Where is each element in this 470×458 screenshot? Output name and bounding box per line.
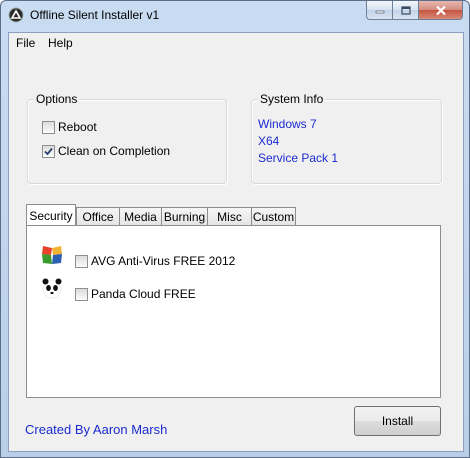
tab-strip: Security Office Media Burning Misc Custo… xyxy=(26,204,440,227)
options-group: Options Reboot Clean on Completion xyxy=(27,92,227,184)
avg-icon xyxy=(42,246,62,264)
title-bar[interactable]: Offline Silent Installer v1 xyxy=(1,1,469,31)
tab-security[interactable]: Security xyxy=(26,204,76,225)
menu-help[interactable]: Help xyxy=(48,36,73,50)
app-icon xyxy=(8,7,24,23)
panda-label[interactable]: Panda Cloud FREE xyxy=(91,287,196,301)
os-name: Windows 7 xyxy=(258,117,317,131)
panda-checkbox[interactable] xyxy=(75,288,88,301)
os-architecture: X64 xyxy=(258,134,280,148)
avg-checkbox[interactable] xyxy=(75,255,88,268)
caption-buttons xyxy=(366,1,463,20)
app-window: Offline Silent Installer v1 File Help Op… xyxy=(0,0,470,458)
checkmark-icon xyxy=(44,147,53,156)
panda-icon xyxy=(42,278,62,299)
maximize-button[interactable] xyxy=(392,1,418,20)
clean-on-completion-checkbox[interactable] xyxy=(42,145,55,158)
service-pack: Service Pack 1 xyxy=(258,151,339,165)
tab-burning[interactable]: Burning xyxy=(161,207,208,225)
close-icon xyxy=(435,5,446,15)
tab-media[interactable]: Media xyxy=(119,207,162,225)
system-info-group: System Info Windows 7 X64 Service Pack 1 xyxy=(251,92,442,184)
avg-label[interactable]: AVG Anti-Virus FREE 2012 xyxy=(91,254,235,268)
maximize-icon xyxy=(400,5,411,15)
window-title: Offline Silent Installer v1 xyxy=(30,8,160,22)
install-button[interactable]: Install xyxy=(354,406,441,436)
credit-label: Created By Aaron Marsh xyxy=(25,422,168,437)
tab-misc[interactable]: Misc xyxy=(207,207,252,225)
minimize-icon xyxy=(375,10,384,14)
tab-office[interactable]: Office xyxy=(76,207,120,225)
menu-bar: File Help xyxy=(9,33,463,53)
clean-on-completion-label[interactable]: Clean on Completion xyxy=(58,144,170,158)
tab-custom[interactable]: Custom xyxy=(251,207,296,225)
client-area: File Help Options Reboot Clean on Comple… xyxy=(8,32,464,452)
system-info-title: System Info xyxy=(258,92,326,106)
reboot-checkbox[interactable] xyxy=(42,121,55,134)
security-tab-panel: AVG Anti-Virus FREE 2012 Panda Cloud FRE… xyxy=(26,225,441,398)
options-group-title: Options xyxy=(34,92,80,106)
menu-file[interactable]: File xyxy=(16,36,35,50)
close-button[interactable] xyxy=(418,1,463,20)
minimize-button[interactable] xyxy=(366,1,392,20)
reboot-label[interactable]: Reboot xyxy=(58,120,97,134)
